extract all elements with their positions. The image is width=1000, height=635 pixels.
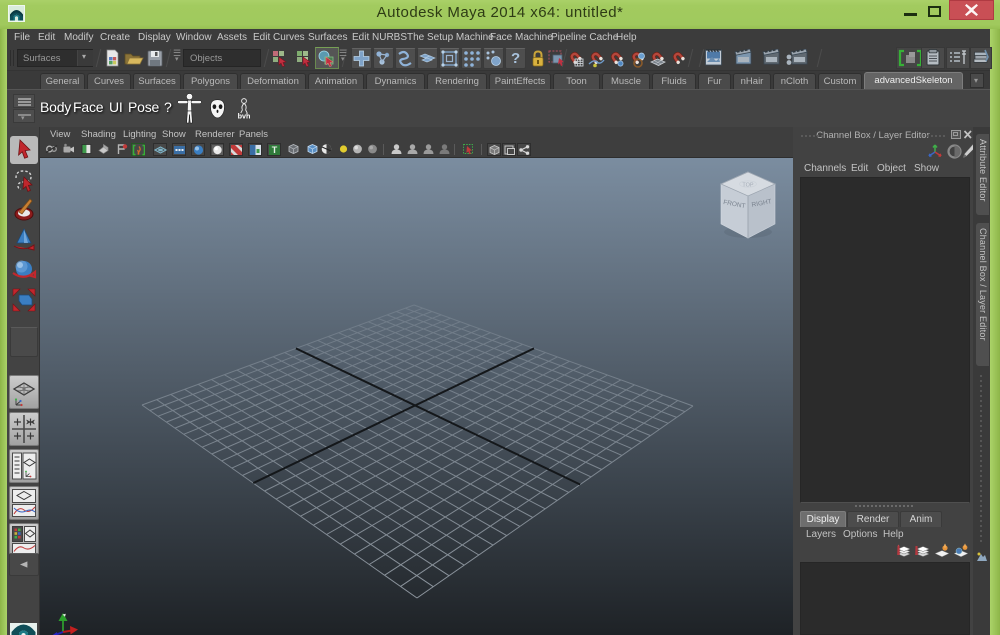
svg-text:bvh: bvh <box>238 112 251 121</box>
svg-text:TOP: TOP <box>742 183 754 189</box>
svg-text:T: T <box>272 145 278 155</box>
